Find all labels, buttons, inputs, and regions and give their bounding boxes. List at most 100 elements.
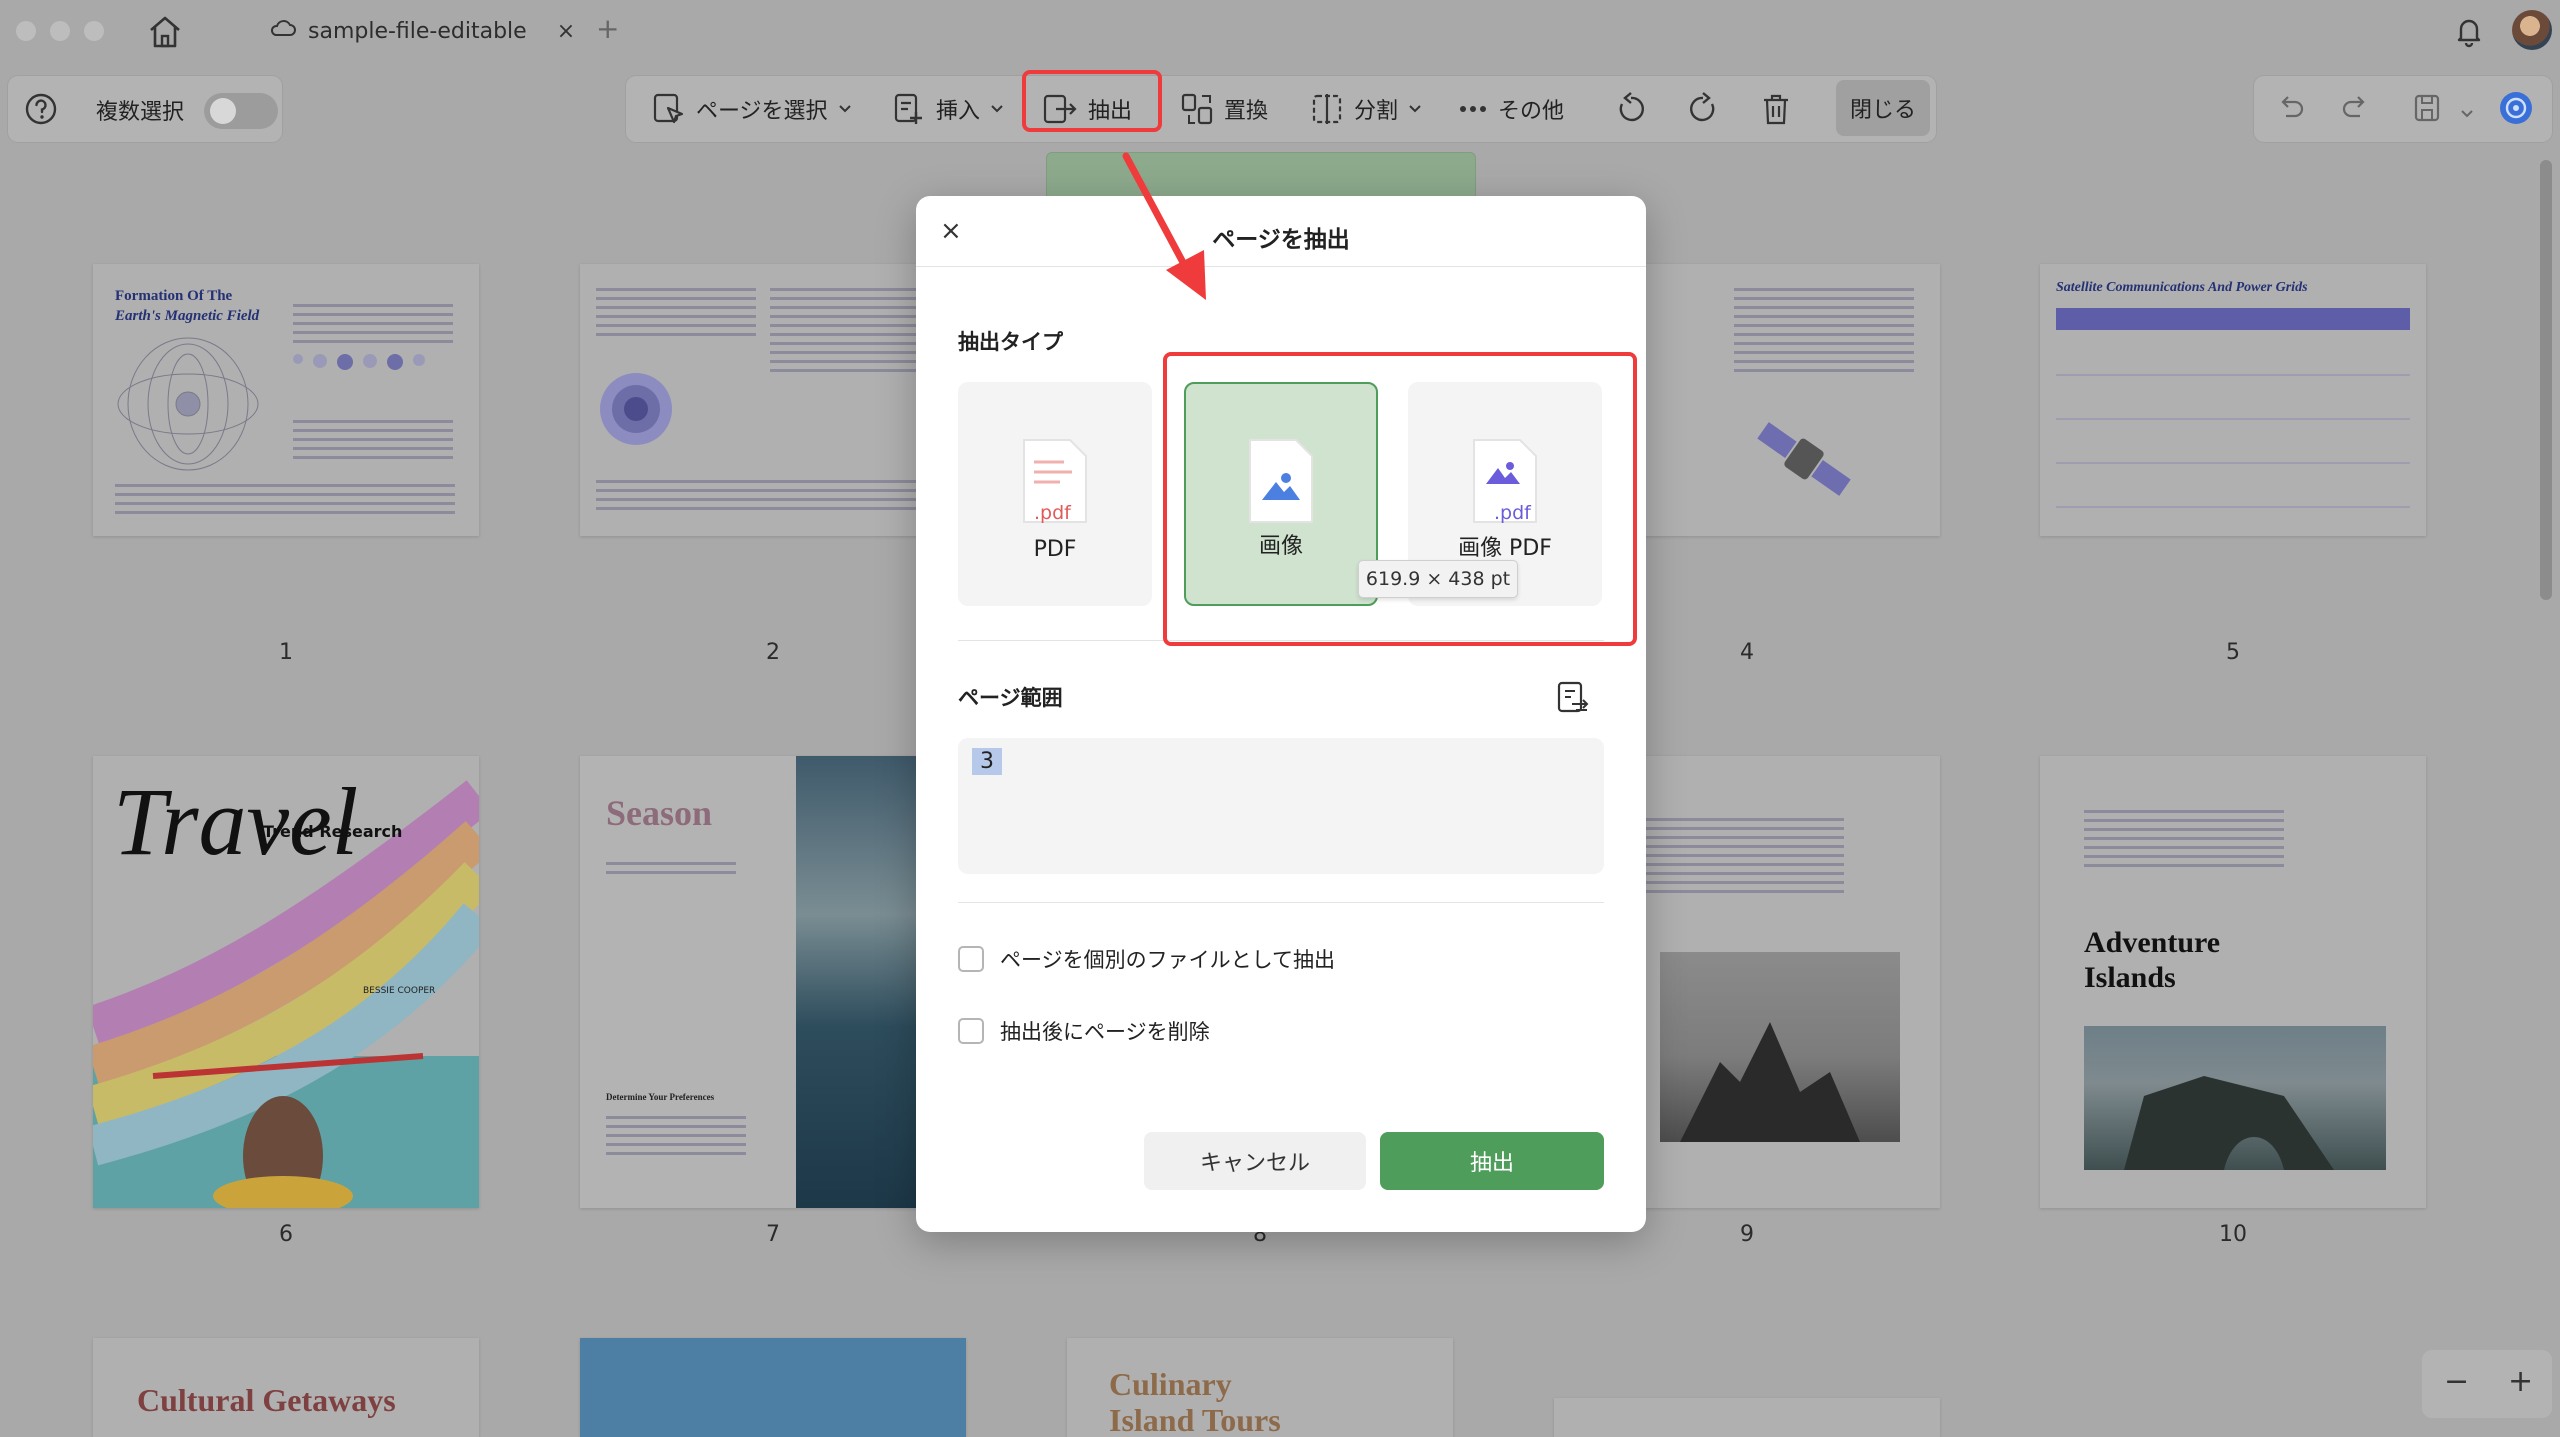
option-delete-after[interactable]: 抽出後にページを削除 [958, 1016, 1210, 1046]
zoom-in-button[interactable]: + [2508, 1364, 2533, 1399]
type-card-pdf[interactable]: .pdf PDF [958, 382, 1152, 606]
page-range-picker-icon[interactable] [1556, 680, 1590, 716]
arch-rock-photo [2084, 1026, 2386, 1170]
text-lines [606, 856, 736, 880]
extract-type-highlight-box [1163, 352, 1637, 646]
split-button[interactable]: 分割 [1310, 76, 1422, 142]
page-number: 10 [2219, 1222, 2247, 1247]
page-thumbnail-10[interactable]: Adventure Islands [2040, 756, 2426, 1208]
chevron-down-icon[interactable] [2460, 104, 2474, 123]
separate-files-checkbox[interactable] [958, 946, 984, 972]
multi-select-toggle[interactable] [204, 93, 278, 129]
rotate-left-icon[interactable] [1614, 76, 1648, 142]
insert-button[interactable]: 挿入 [892, 76, 1004, 142]
page-number: 6 [279, 1222, 293, 1247]
planet-dots [293, 354, 425, 370]
page-number: 2 [766, 640, 780, 665]
option-separate-files[interactable]: ページを個別のファイルとして抽出 [958, 944, 1335, 974]
rock-photo [1660, 952, 1900, 1142]
multi-select-label: 複数選択 [96, 100, 185, 125]
redo-icon[interactable] [2340, 92, 2370, 126]
extract-confirm-button[interactable]: 抽出 [1380, 1132, 1604, 1190]
earth-layers-illustration [600, 373, 672, 445]
undo-icon[interactable] [2276, 92, 2306, 126]
text-lines [293, 298, 453, 349]
chevron-down-icon [990, 104, 1004, 114]
trash-icon[interactable] [1760, 76, 1792, 142]
cloud-icon [270, 18, 296, 44]
zoom-out-button[interactable]: − [2444, 1364, 2469, 1399]
divider [958, 902, 1604, 903]
more-button[interactable]: その他 [1458, 76, 1564, 142]
text-lines [293, 414, 453, 465]
page-range-value: 3 [972, 748, 1002, 775]
insert-icon [892, 92, 926, 126]
document-tab-title: sample-file-editable [308, 18, 527, 44]
table-body [2056, 332, 2410, 512]
split-icon [1310, 92, 1344, 126]
text-lines [2084, 804, 2284, 873]
more-dots-icon [1458, 104, 1488, 114]
history-panel [2254, 76, 2552, 142]
selected-page-tab [1046, 152, 1476, 198]
text-lines [596, 474, 936, 516]
new-tab-button[interactable]: + [596, 12, 619, 45]
annotation-arrow [1122, 152, 1206, 300]
extract-highlight-box [1022, 70, 1162, 132]
help-icon[interactable] [24, 92, 58, 126]
user-avatar[interactable] [2512, 10, 2552, 50]
page-thumbnail-6[interactable]: Travel Trend Research BESSIE COOPER [93, 756, 479, 1208]
page-thumbnail-14[interactable] [1554, 1398, 1940, 1437]
delete-after-checkbox[interactable] [958, 1018, 984, 1044]
satellite-illustration [1757, 422, 1851, 496]
window-close-dot[interactable] [16, 21, 36, 41]
text-lines [606, 1110, 746, 1161]
page-thumbnail-13[interactable]: Culinary Island Tours [1067, 1338, 1453, 1437]
text-lines [1734, 282, 1914, 378]
save-icon[interactable] [2412, 92, 2442, 128]
select-page-button[interactable]: ページを選択 [652, 76, 852, 142]
ai-assistant-icon[interactable] [2498, 90, 2534, 130]
magnetic-field-illustration [117, 337, 259, 471]
window-zoom-dot[interactable] [84, 21, 104, 41]
page-number: 5 [2226, 640, 2240, 665]
page-number: 1 [279, 640, 293, 665]
page-thumbnail-7[interactable]: Season Determine Your Preferences [580, 756, 966, 1208]
extract-type-label: 抽出タイプ [958, 330, 1063, 354]
document-tab[interactable]: sample-file-editable × [270, 12, 575, 50]
bell-icon[interactable] [2452, 14, 2486, 48]
page-thumbnail-12[interactable] [580, 1338, 966, 1437]
page-thumbnail-2[interactable] [580, 264, 966, 536]
multi-select-panel: 複数選択 [8, 76, 282, 142]
page-number: 7 [766, 1222, 780, 1247]
zoom-control: − + [2422, 1350, 2552, 1418]
page-thumbnail-5[interactable]: Satellite Communications And Power Grids [2040, 264, 2426, 536]
cancel-button[interactable]: キャンセル [1144, 1132, 1366, 1190]
replace-icon [1180, 92, 1214, 126]
vertical-scrollbar[interactable] [2540, 160, 2552, 600]
select-page-icon [652, 92, 686, 126]
title-bar: sample-file-editable × + [0, 0, 2560, 62]
rotate-right-icon[interactable] [1686, 76, 1720, 142]
page-range-input[interactable]: 3 [958, 738, 1604, 874]
page-toolbar: ページを選択 挿入 抽出 置換 分割 その他 [626, 76, 1936, 142]
toggle-knob [210, 98, 236, 124]
page-range-label: ページ範囲 [958, 686, 1063, 710]
close-page-mode-button[interactable]: 閉じる [1836, 80, 1930, 136]
page-thumbnail-1[interactable]: Formation Of The Earth's Magnetic Field [93, 264, 479, 536]
page-thumbnail-11[interactable]: Cultural Getaways [93, 1338, 479, 1437]
table-header [2056, 308, 2410, 330]
replace-button[interactable]: 置換 [1180, 76, 1268, 142]
page-number: 9 [1740, 1222, 1754, 1247]
tab-close-icon[interactable]: × [557, 19, 575, 44]
text-lines [115, 478, 455, 520]
home-icon[interactable] [145, 14, 185, 50]
window-minimize-dot[interactable] [50, 21, 70, 41]
divider [916, 266, 1646, 267]
dialog-title: ページを抽出 [1212, 227, 1350, 253]
chevron-down-icon [838, 104, 852, 114]
text-lines [596, 282, 756, 342]
text-lines [770, 282, 930, 378]
page-number: 4 [1740, 640, 1754, 665]
chevron-down-icon [1408, 104, 1422, 114]
